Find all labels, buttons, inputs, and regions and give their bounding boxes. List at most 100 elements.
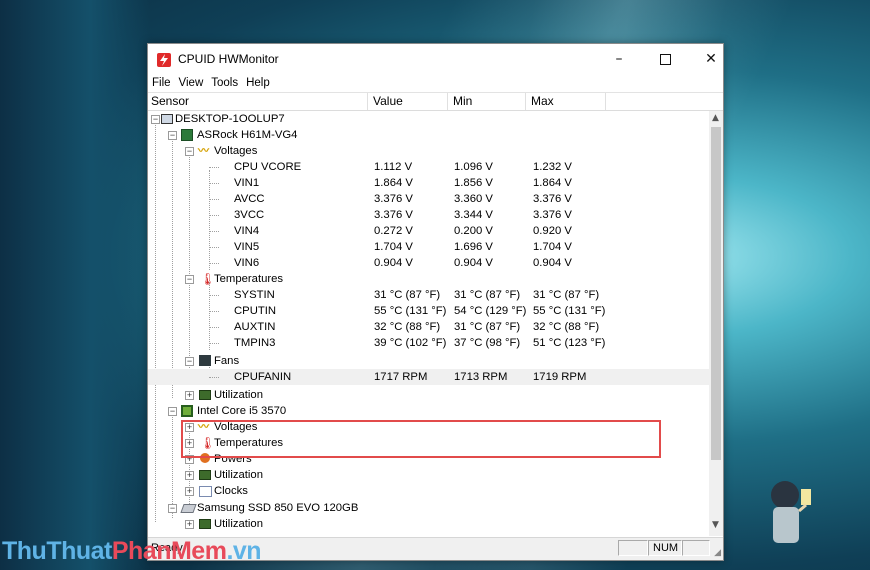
- sensor-name: CPUFANIN: [234, 371, 292, 383]
- status-panel: [682, 540, 710, 556]
- sensor-max: 1.704 V: [533, 241, 572, 253]
- sensor-row[interactable]: AVCC 3.376 V 3.360 V 3.376 V: [148, 191, 709, 207]
- title-bar[interactable]: CPUID HWMonitor – ✕: [148, 44, 723, 74]
- tree-guide: [209, 377, 219, 378]
- sensor-name: CPUTIN: [234, 305, 277, 317]
- tree-guide: [209, 167, 219, 168]
- maximize-button[interactable]: [642, 44, 688, 74]
- tree-guide: [209, 199, 219, 200]
- sensor-min: 37 °C (98 °F): [454, 337, 521, 349]
- column-sensor[interactable]: Sensor: [148, 93, 368, 110]
- sensor-row[interactable]: SYSTIN 31 °C (87 °F) 31 °C (87 °F) 31 °C…: [148, 287, 709, 303]
- window-title: CPUID HWMonitor: [178, 52, 279, 66]
- tree-row-cpu[interactable]: − Intel Core i5 3570: [148, 403, 709, 419]
- utilization-icon: [199, 519, 211, 529]
- scroll-up-icon[interactable]: ▲: [712, 113, 719, 123]
- sensor-value: 55 °C (131 °F): [374, 305, 447, 317]
- menu-help[interactable]: Help: [242, 74, 274, 91]
- row-label: Samsung SSD 850 EVO 120GB: [197, 502, 359, 514]
- sensor-row[interactable]: AUXTIN 32 °C (88 °F) 31 °C (87 °F) 32 °C…: [148, 319, 709, 335]
- tree-guide: [209, 263, 219, 264]
- column-min[interactable]: Min: [448, 93, 526, 110]
- tree-row-drive[interactable]: − Samsung SSD 850 EVO 120GB: [148, 500, 709, 516]
- collapse-icon[interactable]: −: [168, 131, 177, 140]
- tree-guide: [209, 327, 219, 328]
- column-value[interactable]: Value: [368, 93, 448, 110]
- sensor-row[interactable]: VIN1 1.864 V 1.856 V 1.864 V: [148, 175, 709, 191]
- sensor-value: 3.376 V: [374, 193, 413, 205]
- sensor-row[interactable]: VIN6 0.904 V 0.904 V 0.904 V: [148, 255, 709, 271]
- resize-grip-icon[interactable]: ◢: [714, 547, 721, 558]
- tree-guide: [209, 231, 219, 232]
- tree-guide: [209, 311, 219, 312]
- tree-row-clocks[interactable]: + Clocks: [148, 483, 709, 499]
- expand-icon[interactable]: +: [185, 471, 194, 480]
- sensor-max: 55 °C (131 °F): [533, 305, 606, 317]
- row-label: DESKTOP-1OOLUP7: [175, 113, 285, 125]
- sensor-min: 1.856 V: [454, 177, 493, 189]
- scroll-down-icon[interactable]: ▼: [712, 520, 719, 530]
- sensor-name: VIN5: [234, 241, 260, 253]
- tree-row-fans[interactable]: − Fans: [148, 353, 709, 369]
- expand-icon[interactable]: +: [185, 487, 194, 496]
- sensor-min: 1.696 V: [454, 241, 493, 253]
- collapse-icon[interactable]: −: [168, 504, 177, 513]
- sensor-row-selected[interactable]: CPUFANIN 1717 RPM 1713 RPM 1719 RPM: [148, 369, 709, 385]
- sensor-row[interactable]: CPUTIN 55 °C (131 °F) 54 °C (129 °F) 55 …: [148, 303, 709, 319]
- sensor-min: 3.360 V: [454, 193, 493, 205]
- sensor-tree[interactable]: − DESKTOP-1OOLUP7 − ASRock H61M-VG4 − 〰 …: [148, 111, 709, 536]
- sensor-row[interactable]: VIN5 1.704 V 1.696 V 1.704 V: [148, 239, 709, 255]
- sensor-row[interactable]: CPU VCORE 1.112 V 1.096 V 1.232 V: [148, 159, 709, 175]
- sensor-min: 1.096 V: [454, 161, 493, 173]
- sensor-min: 3.344 V: [454, 209, 493, 221]
- tree-row-temperatures[interactable]: − 🌡 Temperatures: [148, 271, 709, 287]
- tree-row-utilization[interactable]: + Utilization: [148, 387, 709, 403]
- anime-character-illustration: [771, 481, 811, 543]
- menu-tools[interactable]: Tools: [207, 74, 242, 91]
- sensor-value: 1717 RPM: [374, 371, 428, 383]
- sensor-name: VIN1: [234, 177, 260, 189]
- sensor-max: 0.920 V: [533, 225, 572, 237]
- hwmonitor-window: CPUID HWMonitor – ✕ File View Tools Help Se…: [147, 43, 724, 561]
- vertical-scrollbar[interactable]: ▲ ▼: [709, 111, 723, 536]
- drive-icon: [180, 504, 197, 513]
- collapse-icon[interactable]: −: [185, 357, 194, 366]
- collapse-icon[interactable]: −: [151, 115, 160, 124]
- row-label: Utilization: [214, 389, 263, 401]
- sensor-value: 1.704 V: [374, 241, 413, 253]
- tree-guide: [209, 247, 219, 248]
- collapse-icon[interactable]: −: [185, 275, 194, 284]
- column-header: Sensor Value Min Max: [148, 92, 723, 111]
- menu-file[interactable]: File: [148, 74, 175, 91]
- menu-view[interactable]: View: [175, 74, 208, 91]
- motherboard-icon: [181, 129, 193, 141]
- watermark-logo: ThuThuatPhanMem.vn: [2, 537, 262, 566]
- collapse-icon[interactable]: −: [168, 407, 177, 416]
- close-button[interactable]: ✕: [688, 44, 734, 74]
- sensor-row[interactable]: 3VCC 3.376 V 3.344 V 3.376 V: [148, 207, 709, 223]
- collapse-icon[interactable]: −: [185, 147, 194, 156]
- tree-row-voltages[interactable]: − 〰 Voltages: [148, 143, 709, 159]
- sensor-name: TMPIN3: [234, 337, 276, 349]
- row-label: Utilization: [214, 469, 263, 481]
- tree-guide: [209, 183, 219, 184]
- tree-row-utilization[interactable]: + Utilization: [148, 516, 709, 532]
- sensor-max: 3.376 V: [533, 209, 572, 221]
- column-max[interactable]: Max: [526, 93, 606, 110]
- sensor-value: 39 °C (102 °F): [374, 337, 447, 349]
- watermark-part: PhanMem: [111, 537, 227, 565]
- minimize-button[interactable]: –: [596, 44, 642, 74]
- tree-guide: [209, 343, 219, 344]
- sensor-max: 32 °C (88 °F): [533, 321, 600, 333]
- sensor-row[interactable]: VIN4 0.272 V 0.200 V 0.920 V: [148, 223, 709, 239]
- expand-icon[interactable]: +: [185, 391, 194, 400]
- sensor-value: 0.272 V: [374, 225, 413, 237]
- tree-row-utilization[interactable]: + Utilization: [148, 467, 709, 483]
- sensor-max: 1719 RPM: [533, 371, 587, 383]
- tree-row-computer[interactable]: − DESKTOP-1OOLUP7: [148, 111, 709, 127]
- sensor-min: 31 °C (87 °F): [454, 321, 521, 333]
- scroll-thumb[interactable]: [711, 127, 721, 460]
- sensor-row[interactable]: TMPIN3 39 °C (102 °F) 37 °C (98 °F) 51 °…: [148, 335, 709, 351]
- expand-icon[interactable]: +: [185, 520, 194, 529]
- tree-row-motherboard[interactable]: − ASRock H61M-VG4: [148, 127, 709, 143]
